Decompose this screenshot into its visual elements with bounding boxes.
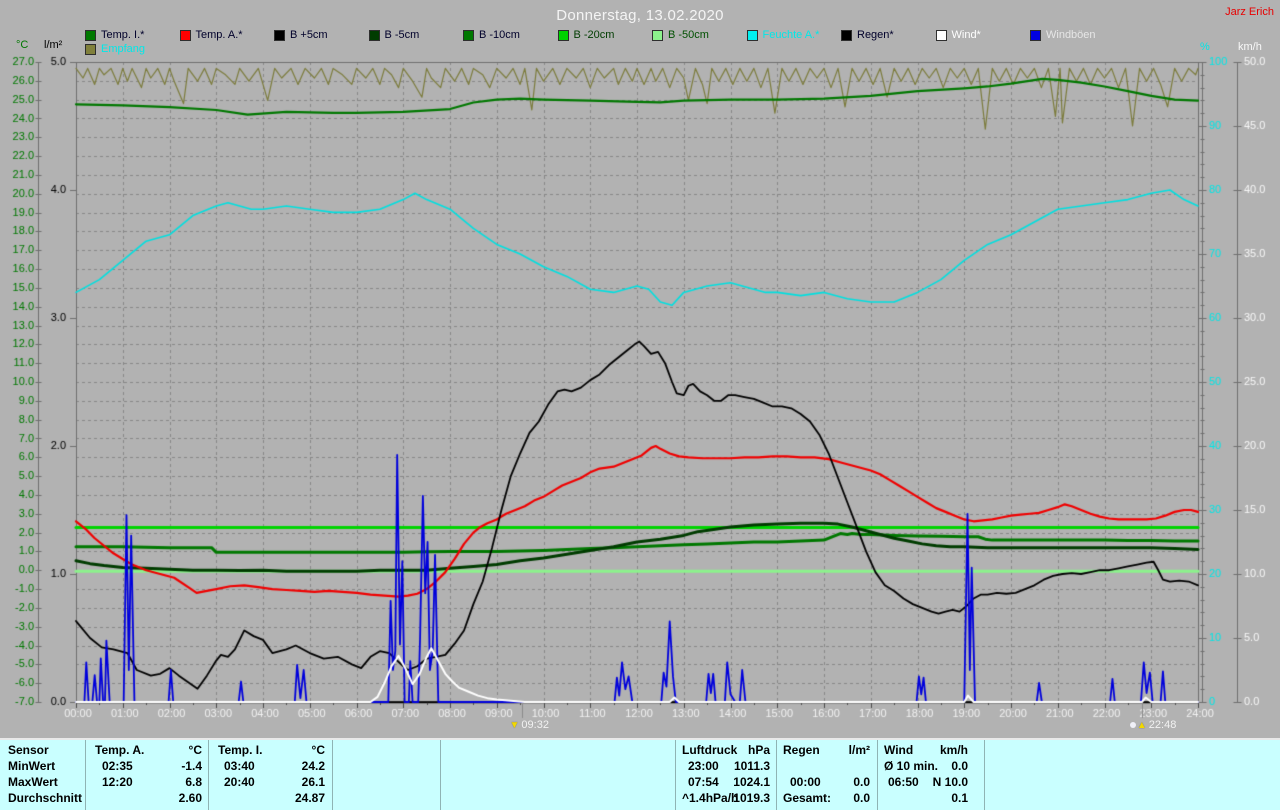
legend-item-label: B -10cm [479,29,520,41]
legend-item-label: Windböen [1046,29,1096,41]
legend-item-wind[interactable]: Wind* [936,29,981,41]
temp-a-header: Temp. A. [95,743,144,757]
statistics-table: Sensor MinWert MaxWert Durchschnitt Temp… [0,738,1280,810]
pressure-avg-value: 1019.3 [720,791,770,805]
table-divider [332,740,333,810]
temp-i-header: Temp. I. [218,743,262,757]
sun-marker-evening: ▲ 22:48 [1130,719,1176,731]
legend-item-b-minus10[interactable]: B -10cm [463,29,520,41]
legend-item-empfang[interactable]: Empfang [85,43,145,55]
temp-a-max-value: 6.8 [150,775,202,789]
wind-unit: km/h [926,743,968,757]
sun-marker-morning: ▼ 09:32 [510,719,549,731]
table-divider [984,740,985,810]
feuchte-a-swatch-icon [747,30,758,41]
windboeen-swatch-icon [1030,30,1041,41]
table-divider [440,740,441,810]
temp-axis-unit-label: °C [16,39,28,51]
temp-a-max-time: 12:20 [102,775,133,789]
wind-max-time: 06:50 [888,775,919,789]
pressure-unit: hPa [720,743,770,757]
b-minus20-swatch-icon [558,30,569,41]
regen-swatch-icon [841,30,852,41]
wind-axis-unit-label: km/h [1238,41,1262,53]
temp-i-max-value: 26.1 [273,775,325,789]
wind-avg-value: 0.1 [926,791,968,805]
legend-item-label: Empfang [101,43,145,55]
empfang-swatch-icon [85,44,96,55]
b-minus10-swatch-icon [463,30,474,41]
legend-item-b-minus5[interactable]: B -5cm [369,29,420,41]
b-plus5-swatch-icon [274,30,285,41]
table-divider [877,740,878,810]
pressure-max-value: 1024.1 [720,775,770,789]
rain-start-time: 00:00 [790,775,821,789]
author-label: Jarz Erich [1225,6,1274,18]
legend-item-b-plus5[interactable]: B +5cm [274,29,328,41]
marker-up-icon: ▲ [1137,720,1147,731]
legend-item-label: Temp. A.* [196,29,243,41]
table-row-avg-label: Durchschnitt [8,791,82,805]
marker-down-icon: ▼ [510,720,520,731]
pressure-max-time: 07:54 [688,775,719,789]
humidity-axis-unit-label: % [1200,41,1210,53]
table-divider [85,740,86,810]
legend-item-temp-a[interactable]: Temp. A.* [180,29,243,41]
weather-app-window: Donnerstag, 13.02.2020 Jarz Erich °C l/m… [0,0,1280,810]
table-row-min-label: MinWert [8,759,55,773]
b-minus50-swatch-icon [652,30,663,41]
legend-item-regen[interactable]: Regen* [841,29,894,41]
legend-item-label: Feuchte A.* [763,29,820,41]
legend-item-label: Wind* [952,29,981,41]
temp-a-swatch-icon [180,30,191,41]
legend-item-feuchte-a[interactable]: Feuchte A.* [747,29,820,41]
page-title: Donnerstag, 13.02.2020 [0,7,1280,24]
rain-header: Regen [783,743,820,757]
rain-unit: l/m² [828,743,870,757]
wind-swatch-icon [936,30,947,41]
table-row-header: Sensor [8,743,49,757]
table-divider [776,740,777,810]
legend-item-label: B -5cm [385,29,420,41]
table-divider [208,740,209,810]
marker-time-label: 09:32 [521,719,549,731]
rain-total-label: Gesamt: [783,791,831,805]
temp-i-min-time: 03:40 [224,759,255,773]
b-minus5-swatch-icon [369,30,380,41]
legend-item-b-minus50[interactable]: B -50cm [652,29,709,41]
legend-item-label: B +5cm [290,29,328,41]
legend-item-b-minus20[interactable]: B -20cm [558,29,615,41]
wind-max-value: N 10.0 [926,775,968,789]
temp-i-swatch-icon [85,30,96,41]
legend-item-label: B -50cm [668,29,709,41]
temp-a-unit: °C [150,743,202,757]
legend-item-label: Temp. I.* [101,29,144,41]
temp-a-avg-value: 2.60 [150,791,202,805]
temp-i-avg-value: 24.87 [273,791,325,805]
weather-chart-canvas [0,0,1280,738]
rain-day-value: 0.0 [828,775,870,789]
table-row-max-label: MaxWert [8,775,58,789]
legend-item-windboeen[interactable]: Windböen [1030,29,1096,41]
pressure-min-value: 1011.3 [720,759,770,773]
legend-item-label: Regen* [857,29,894,41]
rain-total-value: 0.0 [828,791,870,805]
temp-i-max-time: 20:40 [224,775,255,789]
wind-avg10-value: 0.0 [926,759,968,773]
moon-icon [1130,722,1136,728]
temp-a-min-time: 02:35 [102,759,133,773]
pressure-min-time: 23:00 [688,759,719,773]
temp-i-min-value: 24.2 [273,759,325,773]
wind-header: Wind [884,743,913,757]
legend-item-temp-i[interactable]: Temp. I.* [85,29,144,41]
temp-a-min-value: -1.4 [150,759,202,773]
rain-axis-unit-label: l/m² [44,39,62,51]
temp-i-unit: °C [273,743,325,757]
table-divider [675,740,676,810]
legend-item-label: B -20cm [574,29,615,41]
marker-time-label: 22:48 [1149,719,1177,731]
